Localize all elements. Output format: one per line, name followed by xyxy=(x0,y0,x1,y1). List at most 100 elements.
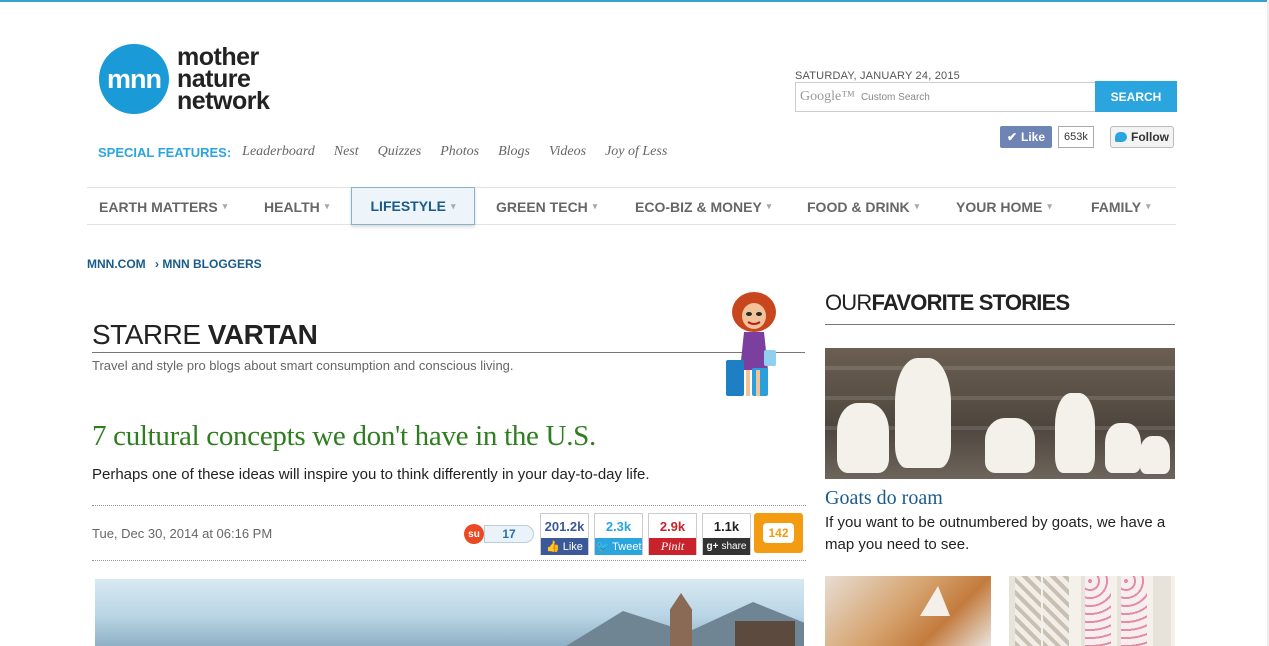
chevron-down-icon: ▾ xyxy=(592,201,598,211)
stumbleupon-count: 17 xyxy=(484,525,534,543)
special-link-photos[interactable]: Photos xyxy=(440,144,479,160)
pajama-leg xyxy=(1043,576,1069,646)
chevron-down-icon: ▾ xyxy=(914,201,920,211)
logo-line: network xyxy=(177,87,270,115)
current-date: SATURDAY, JANUARY 24, 2015 xyxy=(795,70,960,82)
goats-story-image[interactable] xyxy=(825,348,1175,479)
nav-family[interactable]: FAMILY ▾ xyxy=(1091,188,1151,225)
special-link-videos[interactable]: Videos xyxy=(549,144,586,160)
twitter-bird-icon xyxy=(1115,132,1127,142)
hero-church-spire xyxy=(670,593,692,646)
google-brand: Google™ xyxy=(800,89,855,104)
breadcrumb-mnn[interactable]: MNN.COM xyxy=(87,257,146,271)
cat-story-thumbnail[interactable] xyxy=(825,576,991,646)
facebook-share-button[interactable]: 201.2k 👍 Like xyxy=(540,513,589,555)
goat xyxy=(1140,436,1170,474)
pajama-leg xyxy=(1015,576,1041,646)
divider xyxy=(92,560,806,561)
divider xyxy=(92,505,806,506)
breadcrumb: MNN.COM › MNN BLOGGERS xyxy=(87,257,268,271)
tweet-button[interactable]: 2.3k 🐦 Tweet xyxy=(594,513,643,555)
article-title[interactable]: 7 cultural concepts we don't have in the… xyxy=(92,420,596,453)
facebook-share-label: Like xyxy=(562,540,583,553)
nav-label: FAMILY xyxy=(1091,198,1142,215)
goat xyxy=(1105,423,1141,473)
special-features-bar: SPECIAL FEATURES: Leaderboard Nest Quizz… xyxy=(98,144,686,160)
twitter-follow-button[interactable]: Follow xyxy=(1110,126,1174,148)
nav-green-tech[interactable]: GREEN TECH ▾ xyxy=(496,188,597,225)
special-link-joy-of-less[interactable]: Joy of Less xyxy=(605,144,667,160)
nav-label: EARTH MATTERS xyxy=(99,198,218,215)
search-button[interactable]: SEARCH xyxy=(1095,81,1177,112)
chevron-down-icon: ▾ xyxy=(324,201,330,211)
special-link-nest[interactable]: Nest xyxy=(334,144,359,160)
twitter-bird-icon: 🐦 xyxy=(595,541,610,553)
tweet-label: Tweet xyxy=(612,540,642,553)
comment-bubble-icon: 142 xyxy=(763,523,794,543)
chevron-down-icon: ▾ xyxy=(766,201,772,211)
pajama-leg xyxy=(1121,576,1147,646)
googleplus-share-button[interactable]: 1.1k g+ share xyxy=(702,513,751,555)
pajamas-story-thumbnail[interactable] xyxy=(1009,576,1175,646)
fence-board xyxy=(825,366,1175,370)
comments-button[interactable]: 142 xyxy=(754,513,803,553)
comments-count: 142 xyxy=(768,526,789,540)
nav-lifestyle[interactable]: LIFESTYLE ▾ xyxy=(351,187,475,225)
nav-label: FOOD & DRINK xyxy=(807,198,910,215)
blogger-name[interactable]: STARRE VARTAN xyxy=(92,319,318,351)
article-date: Tue, Dec 30, 2014 at 06:16 PM xyxy=(92,526,273,541)
logo-wordmark: mother nature network xyxy=(177,45,270,115)
nav-food-drink[interactable]: FOOD & DRINK ▾ xyxy=(807,188,919,225)
thumbs-up-icon: 👍 xyxy=(546,541,560,553)
special-link-leaderboard[interactable]: Leaderboard xyxy=(242,144,315,160)
blogger-description: Travel and style pro blogs about smart c… xyxy=(92,358,514,373)
favorite-stories-heading: OURFAVORITE STORIES xyxy=(825,290,1071,316)
divider xyxy=(92,352,805,353)
nav-health[interactable]: HEALTH ▾ xyxy=(264,188,329,225)
story-title[interactable]: Goats do roam xyxy=(825,487,943,510)
special-features-label: SPECIAL FEATURES: xyxy=(98,144,232,160)
site-logo[interactable]: mnn mother nature network xyxy=(99,44,270,115)
pinterest-label: Pinit xyxy=(660,539,685,553)
goat xyxy=(1055,393,1095,473)
facebook-like-count: 653k xyxy=(1058,126,1094,148)
pinterest-button[interactable]: 2.9k Pinit xyxy=(648,513,697,555)
main-nav: EARTH MATTERS ▾ HEALTH ▾ LIFESTYLE ▾ GREEN … xyxy=(87,187,1176,225)
blogger-last-name: VARTAN xyxy=(207,319,318,350)
goat xyxy=(895,358,951,468)
nav-eco-biz-money[interactable]: ECO-BIZ & MONEY ▾ xyxy=(635,188,771,225)
thumbs-up-icon: ✔ xyxy=(1006,130,1018,144)
search-input[interactable]: Google™ Custom Search xyxy=(795,82,1095,112)
nav-label: GREEN TECH xyxy=(496,198,588,215)
chevron-down-icon: ▾ xyxy=(1146,201,1151,211)
nav-label: YOUR HOME xyxy=(956,198,1043,215)
favorite-stories-light: OUR xyxy=(825,290,872,315)
article-hero-image xyxy=(95,579,804,646)
nav-label: HEALTH xyxy=(264,198,320,215)
facebook-share-count: 201.2k xyxy=(544,518,585,534)
blogger-first-name: STARRE xyxy=(92,319,201,350)
logo-mark: mnn xyxy=(99,44,169,114)
cat-ear xyxy=(920,586,950,616)
goat xyxy=(985,418,1035,473)
facebook-like-button[interactable]: ✔ Like xyxy=(1000,126,1052,148)
stumbleupon-icon[interactable]: su xyxy=(464,524,484,544)
googleplus-count: 1.1k xyxy=(713,518,740,534)
nav-earth-matters[interactable]: EARTH MATTERS ▾ xyxy=(99,188,227,225)
twitter-follow-label: Follow xyxy=(1131,130,1169,144)
search-placeholder: Custom Search xyxy=(860,91,930,103)
goat xyxy=(837,403,889,473)
chevron-down-icon: ▾ xyxy=(450,200,456,211)
special-link-quizzes[interactable]: Quizzes xyxy=(378,144,422,160)
pinterest-count: 2.9k xyxy=(659,518,686,534)
blogger-avatar-illustration xyxy=(726,292,776,396)
facebook-like-label: Like xyxy=(1021,130,1046,144)
special-link-blogs[interactable]: Blogs xyxy=(498,144,530,160)
chevron-down-icon: ▾ xyxy=(1047,201,1052,211)
favorite-stories-bold: FAVORITE STORIES xyxy=(871,290,1071,315)
divider xyxy=(825,324,1175,325)
breadcrumb-bloggers[interactable]: › MNN BLOGGERS xyxy=(155,257,262,271)
nav-your-home[interactable]: YOUR HOME ▾ xyxy=(956,188,1052,225)
story-description: If you want to be outnumbered by goats, … xyxy=(825,514,1166,553)
fence-board xyxy=(825,396,1175,400)
